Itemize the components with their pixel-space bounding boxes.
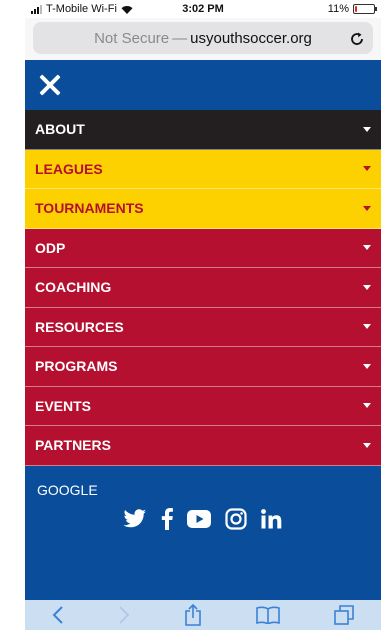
facebook-icon[interactable]: [161, 508, 173, 530]
chevron-down-icon[interactable]: [363, 166, 371, 172]
menu-item-label: ABOUT: [35, 121, 85, 138]
menu-item-label: TOURNAMENTS: [35, 200, 144, 217]
address-bar[interactable]: Not Secure — usyouthsoccer.org: [33, 22, 373, 54]
instagram-icon[interactable]: [225, 508, 247, 530]
menu-item-odp[interactable]: ODP: [25, 228, 381, 268]
back-icon[interactable]: [52, 606, 64, 624]
social-links: [25, 508, 381, 530]
linkedin-icon[interactable]: [261, 509, 283, 529]
share-icon[interactable]: [184, 604, 202, 626]
bookmarks-icon[interactable]: [256, 606, 280, 624]
address-separator: —: [172, 29, 188, 47]
chevron-down-icon[interactable]: [363, 284, 371, 290]
youtube-icon[interactable]: [187, 510, 211, 528]
menu-items: ABOUT LEAGUES TOURNAMENTS ODP COACHING RESOUR…: [25, 110, 381, 466]
chevron-down-icon[interactable]: [363, 403, 371, 409]
menu-item-about[interactable]: ABOUT: [25, 110, 381, 150]
menu-item-label: COACHING: [35, 279, 112, 296]
status-right: 11%: [327, 3, 377, 15]
menu-item-leagues[interactable]: LEAGUES: [25, 149, 381, 189]
chevron-down-icon[interactable]: [363, 442, 371, 448]
close-icon[interactable]: [39, 74, 61, 96]
menu-item-label: PARTNERS: [35, 437, 111, 454]
twitter-icon[interactable]: [123, 509, 147, 529]
menu-item-label: ODP: [35, 239, 66, 256]
tabs-icon[interactable]: [334, 605, 354, 625]
menu-item-events[interactable]: EVENTS: [25, 386, 381, 426]
battery-level: [355, 6, 357, 12]
menu-item-label: RESOURCES: [35, 318, 124, 335]
browser-toolbar: [25, 600, 381, 630]
reload-icon[interactable]: [349, 31, 365, 47]
chevron-down-icon[interactable]: [363, 363, 371, 369]
url-domain: usyouthsoccer.org: [190, 29, 312, 47]
nav-menu: ABOUT LEAGUES TOURNAMENTS ODP COACHING RESOUR…: [25, 60, 381, 600]
menu-item-programs[interactable]: PROGRAMS: [25, 347, 381, 387]
battery-percent: 11%: [327, 3, 349, 15]
menu-item-label: EVENTS: [35, 397, 92, 414]
chevron-down-icon[interactable]: [363, 205, 371, 211]
google-link[interactable]: GOOGLE: [37, 482, 98, 498]
chevron-down-icon[interactable]: [363, 245, 371, 251]
menu-item-coaching[interactable]: COACHING: [25, 268, 381, 308]
address-bar-area: Not Secure — usyouthsoccer.org: [25, 18, 381, 60]
forward-icon[interactable]: [118, 606, 130, 624]
not-secure-label: Not Secure: [94, 29, 170, 47]
menu-item-label: LEAGUES: [35, 160, 103, 177]
menu-item-tournaments[interactable]: TOURNAMENTS: [25, 189, 381, 229]
browser-frame: T-Mobile Wi-Fi 3:02 PM 11% Not Secure — …: [0, 0, 391, 630]
chevron-down-icon[interactable]: [363, 324, 371, 330]
chevron-down-icon[interactable]: [363, 126, 371, 132]
menu-item-resources[interactable]: RESOURCES: [25, 307, 381, 347]
menu-item-label: PROGRAMS: [35, 358, 118, 375]
battery-icon: [353, 4, 377, 14]
menu-item-partners[interactable]: PARTNERS: [25, 426, 381, 466]
status-bar: T-Mobile Wi-Fi 3:02 PM 11%: [25, 0, 381, 18]
